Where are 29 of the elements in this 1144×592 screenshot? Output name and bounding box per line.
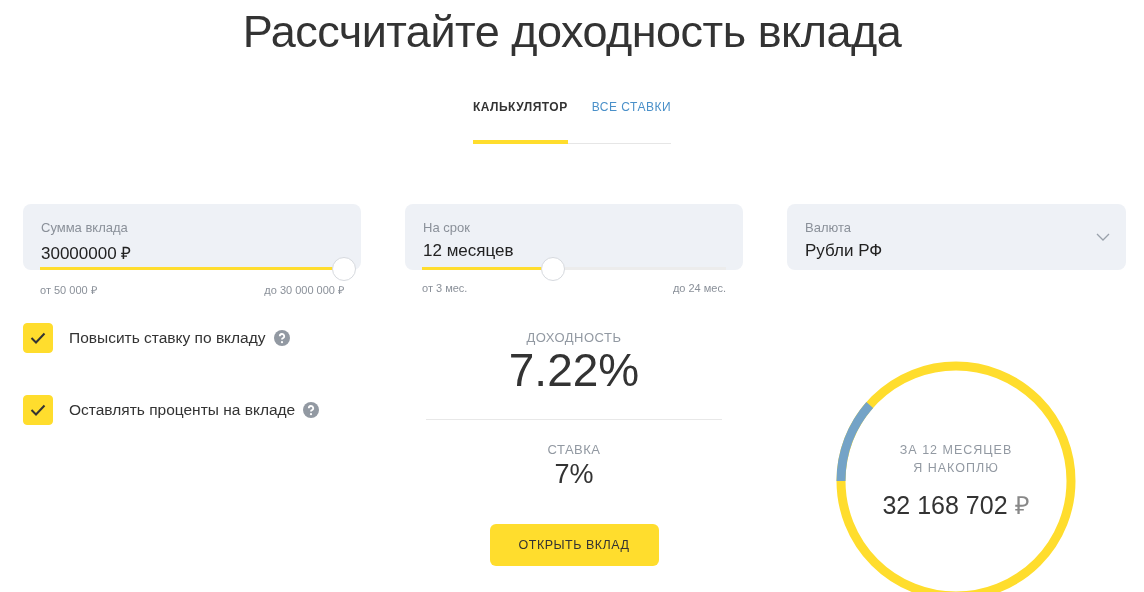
range-max: до 24 мес.	[672, 282, 726, 294]
checkbox-label: Оставлять проценты на вкладе	[69, 401, 296, 419]
open-deposit-button[interactable]: ОТКРЫТЬ ВКЛАД	[489, 524, 659, 566]
range-min: от 3 мес.	[422, 282, 468, 294]
checkbox-label: Повысить ставку по вкладу	[69, 329, 266, 347]
range-max: до 30 000 000 ₽	[264, 283, 344, 297]
range-min: от 50 000 ₽	[40, 283, 97, 297]
rate-value: 7%	[554, 459, 594, 490]
checkbox[interactable]	[23, 323, 53, 353]
checkbox[interactable]	[23, 395, 53, 425]
check-icon	[30, 404, 46, 416]
help-icon[interactable]	[273, 330, 290, 346]
savings-caption: Я НАКОПЛЮ	[913, 460, 999, 477]
page-title: Рассчитайте доходность вклада	[242, 6, 902, 58]
currency-sign: ₽	[1014, 491, 1030, 519]
yield-label: ДОХОДНОСТЬ	[526, 330, 622, 345]
input-field[interactable]: На срок 12 месяцев	[405, 204, 743, 270]
chevron-down-icon	[1096, 233, 1110, 241]
input-field[interactable]: Сумма вклада 30000000 ₽	[23, 204, 361, 270]
check-icon	[30, 332, 46, 344]
slider-thumb[interactable]	[332, 257, 356, 281]
yield-value: 7.22%	[508, 347, 640, 393]
savings-caption: ЗА 12 МЕСЯЦЕВ	[899, 442, 1013, 459]
rate-label: СТАВКА	[547, 442, 601, 457]
tab[interactable]: КАЛЬКУЛЯТОР	[472, 100, 568, 144]
savings-amount: 32 168 702	[882, 491, 1008, 519]
currency-select[interactable]: Валюта Рубли РФ	[787, 204, 1126, 270]
tab[interactable]: ВСЕ СТАВКИ	[591, 100, 672, 144]
help-icon[interactable]	[303, 402, 320, 418]
